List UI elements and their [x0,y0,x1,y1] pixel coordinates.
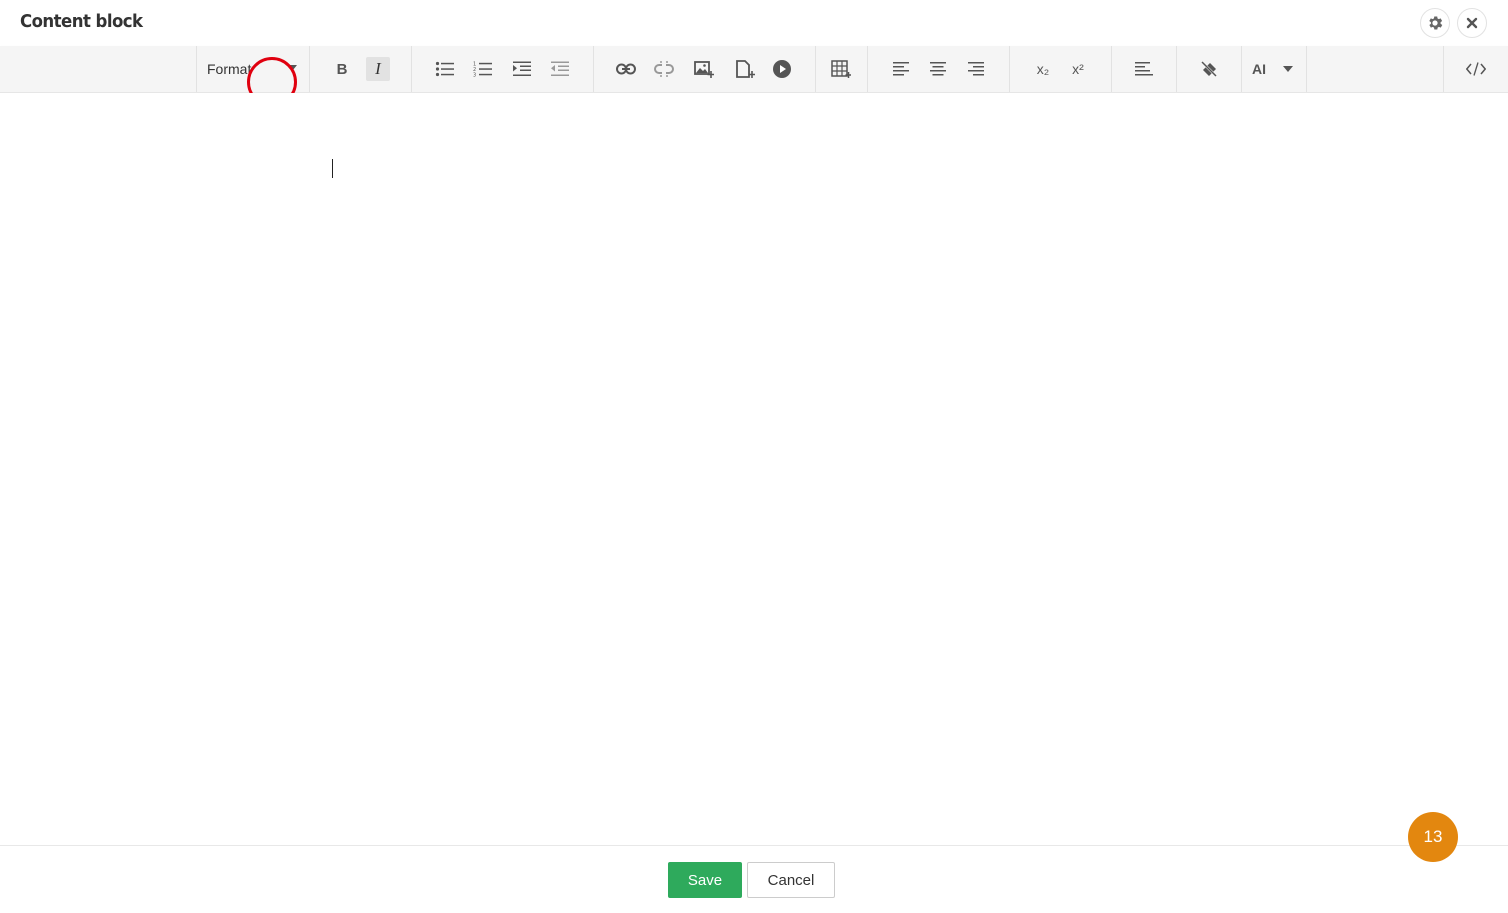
editor-toolbar: Format B I 1 2 3 x₂ x² AI [0,46,1508,93]
toolbar-separator [1176,46,1177,92]
indent-icon [513,61,531,76]
settings-button[interactable] [1420,8,1450,38]
notification-badge[interactable]: 13 [1408,812,1458,862]
bold-icon: B [336,60,348,78]
rich-text-editor[interactable] [0,93,1508,844]
align-left-button[interactable] [889,57,913,81]
ai-dropdown[interactable]: AI [1252,57,1296,81]
insert-video-button[interactable] [770,57,794,81]
toolbar-separator [1306,46,1307,92]
subscript-icon: x₂ [1036,61,1050,77]
format-dropdown-label: Format [207,61,252,77]
bulleted-list-icon [435,61,454,77]
dialog-title: Content block [20,11,143,32]
toolbar-separator [1241,46,1242,92]
toolbar-separator [196,46,197,92]
toolbar-separator [1009,46,1010,92]
toolbar-separator [593,46,594,92]
superscript-button[interactable]: x² [1066,57,1090,81]
ai-dropdown-label: AI [1252,61,1266,77]
save-button[interactable]: Save [668,862,742,898]
toolbar-separator [309,46,310,92]
align-center-icon [930,62,946,76]
unlink-icon [654,61,674,77]
close-icon [1466,17,1478,29]
source-code-button[interactable] [1464,57,1488,81]
align-right-icon [968,62,984,76]
indent-button[interactable] [510,57,534,81]
text-cursor [332,159,333,178]
gear-icon [1429,16,1443,30]
code-icon [1466,62,1486,76]
align-right-button[interactable] [964,57,988,81]
dialog-footer: Save Cancel [0,845,1508,913]
close-button[interactable] [1457,8,1487,38]
insert-file-button[interactable] [733,57,757,81]
format-dropdown[interactable]: Format [207,46,303,92]
insert-table-button[interactable] [829,57,853,81]
bulleted-list-button[interactable] [433,57,457,81]
link-button[interactable] [614,57,638,81]
superscript-icon: x² [1072,61,1084,77]
svg-text:3: 3 [473,73,476,78]
toolbar-separator [867,46,868,92]
outdent-icon [551,61,569,76]
bold-button[interactable]: B [330,57,354,81]
subscript-button[interactable]: x₂ [1031,57,1055,81]
toolbar-separator [1443,46,1444,92]
file-icon [736,60,755,78]
paragraph-format-icon [1135,62,1153,76]
align-left-icon [893,62,909,76]
remove-format-button[interactable] [1197,57,1221,81]
chevron-down-icon [289,65,297,70]
table-icon [831,60,851,78]
chevron-down-icon [1283,66,1293,72]
play-icon [773,60,791,78]
dialog-header: Content block [0,0,1508,46]
unlink-button[interactable] [652,57,676,81]
toolbar-separator [411,46,412,92]
italic-icon: I [375,59,381,78]
insert-image-button[interactable] [692,57,716,81]
italic-button[interactable]: I [366,57,390,81]
toolbar-separator [815,46,816,92]
numbered-list-button[interactable]: 1 2 3 [471,57,495,81]
eraser-icon [1200,60,1218,78]
toolbar-separator [1111,46,1112,92]
image-icon [694,61,714,78]
outdent-button[interactable] [548,57,572,81]
paragraph-format-button[interactable] [1132,57,1156,81]
link-icon [616,63,636,75]
numbered-list-icon: 1 2 3 [473,62,492,78]
cancel-button[interactable]: Cancel [747,862,835,898]
align-center-button[interactable] [926,57,950,81]
